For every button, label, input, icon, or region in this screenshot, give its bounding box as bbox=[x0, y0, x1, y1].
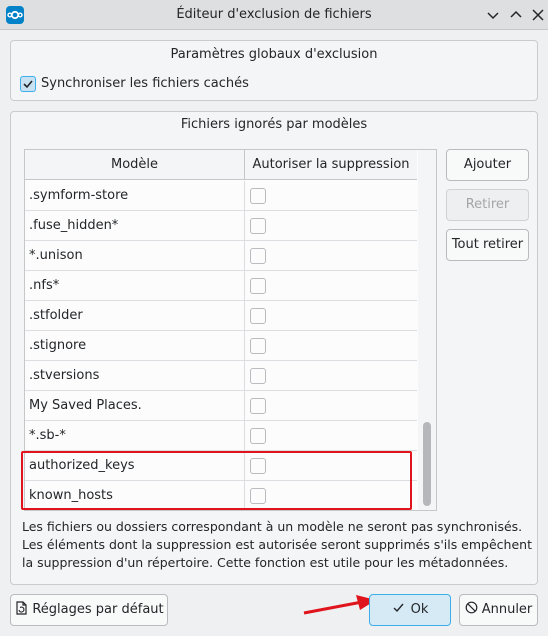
ignored-patterns-title: Fichiers ignorés par modèles bbox=[180, 117, 368, 132]
highlight-box bbox=[21, 451, 412, 510]
pattern-cell[interactable]: My Saved Places. bbox=[29, 398, 142, 413]
red-arrow-annotation bbox=[303, 595, 376, 615]
column-header-allow-delete[interactable]: Autoriser la suppression bbox=[245, 157, 417, 172]
global-settings-title: Paramètres globaux d'exclusion bbox=[170, 47, 378, 62]
sync-hidden-label[interactable]: Synchroniser les fichiers cachés bbox=[41, 76, 249, 91]
allow-delete-checkbox[interactable] bbox=[250, 248, 266, 264]
checkmark-icon bbox=[393, 603, 404, 613]
pattern-cell[interactable]: .stfolder bbox=[29, 308, 83, 323]
table-row[interactable]: *.sb-* bbox=[25, 421, 417, 451]
pattern-cell[interactable]: .stignore bbox=[29, 338, 86, 353]
table-row[interactable]: My Saved Places. bbox=[25, 391, 417, 421]
table-row[interactable]: .stversions bbox=[25, 361, 417, 391]
table-header: Modèle Autoriser la suppression bbox=[25, 150, 417, 180]
cell-divider bbox=[244, 331, 245, 360]
cell-divider bbox=[244, 421, 245, 450]
ok-button[interactable]: Ok bbox=[369, 594, 451, 626]
checkmark-icon bbox=[23, 80, 33, 89]
cell-divider bbox=[244, 181, 245, 210]
restore-defaults-button[interactable]: Réglages par défaut bbox=[10, 594, 168, 626]
allow-delete-checkbox[interactable] bbox=[250, 428, 266, 444]
allow-delete-checkbox[interactable] bbox=[250, 188, 266, 204]
pattern-cell[interactable]: .fuse_hidden* bbox=[29, 218, 118, 233]
table-row[interactable]: .nfs* bbox=[25, 271, 417, 301]
scrollbar-thumb[interactable] bbox=[423, 422, 431, 506]
allow-delete-checkbox[interactable] bbox=[250, 338, 266, 354]
cell-divider bbox=[244, 301, 245, 330]
cell-divider bbox=[244, 241, 245, 270]
cell-divider bbox=[244, 211, 245, 240]
allow-delete-checkbox[interactable] bbox=[250, 278, 266, 294]
allow-delete-checkbox[interactable] bbox=[250, 218, 266, 234]
add-button[interactable]: Ajouter bbox=[446, 149, 529, 181]
cancel-button[interactable]: Annuler bbox=[459, 594, 538, 626]
cell-divider bbox=[244, 271, 245, 300]
table-row[interactable]: .fuse_hidden* bbox=[25, 211, 417, 241]
cancel-label: Annuler bbox=[481, 602, 533, 617]
sync-hidden-checkbox[interactable] bbox=[20, 76, 36, 92]
ok-label: Ok bbox=[410, 602, 429, 617]
pattern-cell[interactable]: .nfs* bbox=[29, 278, 59, 293]
table-row[interactable]: .stfolder bbox=[25, 301, 417, 331]
allow-delete-checkbox[interactable] bbox=[250, 308, 266, 324]
maximize-icon[interactable] bbox=[506, 5, 526, 25]
allow-delete-checkbox[interactable] bbox=[250, 368, 266, 384]
restore-defaults-label: Réglages par défaut bbox=[32, 602, 164, 617]
pattern-cell[interactable]: *.unison bbox=[29, 248, 83, 263]
table-row[interactable]: .stignore bbox=[25, 331, 417, 361]
cell-divider bbox=[244, 391, 245, 420]
info-line: la suppression d'un répertoire. Cette fo… bbox=[22, 555, 509, 570]
info-line: Les fichiers ou dossiers correspondant à… bbox=[22, 519, 523, 534]
info-text: Les fichiers ou dossiers correspondant à… bbox=[22, 518, 532, 572]
column-header-pattern[interactable]: Modèle bbox=[25, 157, 244, 172]
cancel-icon bbox=[465, 601, 478, 614]
global-settings-group: Paramètres globaux d'exclusion Synchroni… bbox=[10, 40, 538, 101]
title-bar: Éditeur d'exclusion de fichiers bbox=[0, 0, 548, 30]
close-icon[interactable] bbox=[528, 5, 548, 25]
remove-button[interactable]: Retirer bbox=[446, 189, 529, 221]
info-line: Les éléments dont la suppression est aut… bbox=[22, 537, 532, 552]
window-title: Éditeur d'exclusion de fichiers bbox=[176, 7, 372, 22]
document-icon bbox=[16, 601, 27, 615]
remove-all-button[interactable]: Tout retirer bbox=[446, 229, 529, 261]
minimize-icon[interactable] bbox=[483, 5, 503, 25]
pattern-cell[interactable]: .stversions bbox=[29, 368, 99, 383]
table-row[interactable]: *.unison bbox=[25, 241, 417, 271]
table-row[interactable]: .symform-store bbox=[25, 181, 417, 211]
pattern-cell[interactable]: *.sb-* bbox=[29, 428, 66, 443]
cell-divider bbox=[244, 361, 245, 390]
allow-delete-checkbox[interactable] bbox=[250, 398, 266, 414]
pattern-cell[interactable]: .symform-store bbox=[29, 188, 128, 203]
